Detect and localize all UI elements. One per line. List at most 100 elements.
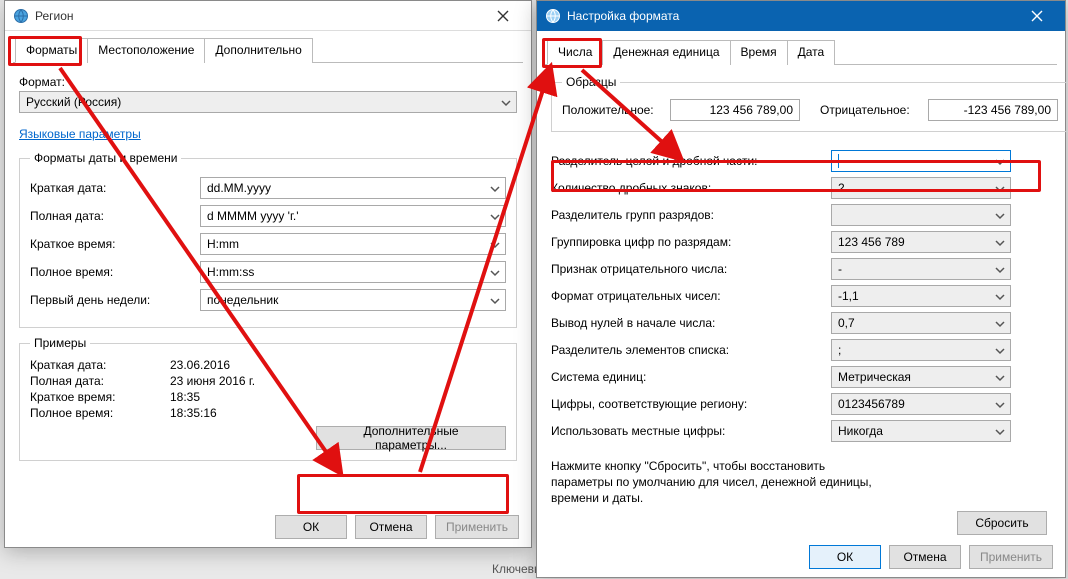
samples-legend: Образцы <box>562 75 620 89</box>
chevron-down-icon <box>500 95 512 115</box>
chevron-down-icon <box>994 343 1006 363</box>
format-titlebar[interactable]: Настройка формата <box>537 1 1065 31</box>
reset-note: Нажмите кнопку "Сбросить", чтобы восстан… <box>551 458 881 507</box>
r-label-5: Формат отрицательных чисел: <box>551 289 831 303</box>
tab-date[interactable]: Дата <box>787 40 836 65</box>
dt-value: d MMMM yyyy 'г.' <box>207 206 299 226</box>
dt-combo-0[interactable]: dd.MM.yyyy <box>200 177 506 199</box>
r-value: Метрическая <box>838 367 911 387</box>
positive-sample: 123 456 789,00 <box>670 99 800 121</box>
region-window: Регион Форматы Местоположение Дополнител… <box>4 0 532 548</box>
r-label-2: Разделитель групп разрядов: <box>551 208 831 222</box>
chevron-down-icon <box>994 154 1006 174</box>
r-label-0: Разделитель целой и дробной части: <box>551 154 831 168</box>
format-title: Настройка формата <box>567 9 679 23</box>
ex-label: Полное время: <box>30 406 170 420</box>
negative-label: Отрицательное: <box>820 103 920 117</box>
dt-combo-3[interactable]: H:mm:ss <box>200 261 506 283</box>
r-combo-5[interactable]: -1,1 <box>831 285 1011 307</box>
region-title: Регион <box>35 9 74 23</box>
dt-combo-1[interactable]: d MMMM yyyy 'г.' <box>200 205 506 227</box>
r-combo-8[interactable]: Метрическая <box>831 366 1011 388</box>
r-value: - <box>838 259 842 279</box>
r-combo-10[interactable]: Никогда <box>831 420 1011 442</box>
r-label-9: Цифры, соответствующие региону: <box>551 397 831 411</box>
chevron-down-icon <box>994 262 1006 282</box>
ex-label: Краткая дата: <box>30 358 170 372</box>
dt-label: Краткое время: <box>30 237 200 251</box>
apply-button: Применить <box>969 545 1053 569</box>
chevron-down-icon <box>994 208 1006 228</box>
chevron-down-icon <box>994 316 1006 336</box>
examples-group: Примеры Краткая дата:23.06.2016Полная да… <box>19 336 517 461</box>
r-combo-6[interactable]: 0,7 <box>831 312 1011 334</box>
region-titlebar[interactable]: Регион <box>5 1 531 31</box>
dt-combo-4[interactable]: понедельник <box>200 289 506 311</box>
cancel-button[interactable]: Отмена <box>889 545 961 569</box>
r-value: Никогда <box>838 421 883 441</box>
r-combo-7[interactable]: ; <box>831 339 1011 361</box>
ex-label: Полная дата: <box>30 374 170 388</box>
r-combo-2[interactable] <box>831 204 1011 226</box>
dt-label: Первый день недели: <box>30 293 200 307</box>
r-label-10: Использовать местные цифры: <box>551 424 831 438</box>
dt-label: Краткая дата: <box>30 181 200 195</box>
r-label-6: Вывод нулей в начале числа: <box>551 316 831 330</box>
chevron-down-icon <box>489 181 501 201</box>
r-combo-1[interactable]: 2 <box>831 177 1011 199</box>
r-combo-9[interactable]: 0123456789 <box>831 393 1011 415</box>
ex-value: 23 июня 2016 г. <box>170 374 255 388</box>
r-value: -1,1 <box>838 286 859 306</box>
r-value: 0,7 <box>838 313 855 333</box>
globe-icon <box>545 8 561 24</box>
chevron-down-icon <box>994 289 1006 309</box>
dt-value: H:mm:ss <box>207 262 254 282</box>
datetime-legend: Форматы даты и времени <box>30 151 181 165</box>
r-label-3: Группировка цифр по разрядам: <box>551 235 831 249</box>
dt-value: H:mm <box>207 234 239 254</box>
dt-combo-2[interactable]: H:mm <box>200 233 506 255</box>
format-settings-window: Настройка формата Числа Денежная единица… <box>536 0 1066 578</box>
close-icon[interactable] <box>1017 2 1057 30</box>
ex-value: 18:35 <box>170 390 200 404</box>
r-label-4: Признак отрицательного числа: <box>551 262 831 276</box>
r-combo-4[interactable]: - <box>831 258 1011 280</box>
ex-value: 23.06.2016 <box>170 358 230 372</box>
tab-time[interactable]: Время <box>730 40 788 65</box>
format-value: Русский (Россия) <box>26 92 121 112</box>
tab-advanced[interactable]: Дополнительно <box>204 38 312 63</box>
language-settings-link[interactable]: Языковые параметры <box>19 127 141 141</box>
reset-button[interactable]: Сбросить <box>957 511 1047 535</box>
r-label-8: Система единиц: <box>551 370 831 384</box>
chevron-down-icon <box>994 397 1006 417</box>
additional-params-button[interactable]: Дополнительные параметры... <box>316 426 506 450</box>
format-select[interactable]: Русский (Россия) <box>19 91 517 113</box>
format-label: Формат: <box>19 75 517 89</box>
chevron-down-icon <box>994 424 1006 444</box>
r-combo-3[interactable]: 123 456 789 <box>831 231 1011 253</box>
dt-label: Полная дата: <box>30 209 200 223</box>
region-tabs: Форматы Местоположение Дополнительно <box>13 37 523 63</box>
positive-label: Положительное: <box>562 103 662 117</box>
ok-button[interactable]: ОК <box>275 515 347 539</box>
r-combo-0[interactable] <box>831 150 1011 172</box>
cancel-button[interactable]: Отмена <box>355 515 427 539</box>
close-icon[interactable] <box>483 2 523 30</box>
tab-formats[interactable]: Форматы <box>15 38 88 63</box>
r-value: 0123456789 <box>838 394 905 414</box>
tab-location[interactable]: Местоположение <box>87 38 205 63</box>
ex-label: Краткое время: <box>30 390 170 404</box>
ex-value: 18:35:16 <box>170 406 217 420</box>
chevron-down-icon <box>489 293 501 313</box>
tab-numbers[interactable]: Числа <box>547 40 603 65</box>
samples-group: Образцы Положительное: 123 456 789,00 От… <box>551 75 1068 132</box>
chevron-down-icon <box>994 235 1006 255</box>
tab-currency[interactable]: Денежная единица <box>602 40 730 65</box>
examples-legend: Примеры <box>30 336 90 350</box>
r-value: 123 456 789 <box>838 232 905 252</box>
ok-button[interactable]: ОК <box>809 545 881 569</box>
dt-value: понедельник <box>207 290 278 310</box>
chevron-down-icon <box>994 181 1006 201</box>
chevron-down-icon <box>489 209 501 229</box>
globe-icon <box>13 8 29 24</box>
